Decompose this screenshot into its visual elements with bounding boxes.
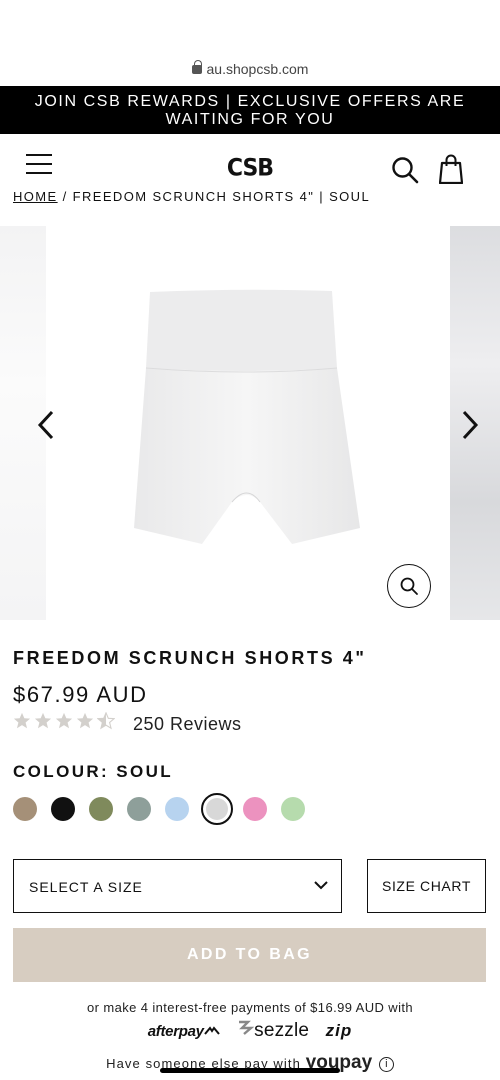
- site-logo[interactable]: CSB: [0, 155, 500, 183]
- product-gallery[interactable]: [0, 226, 500, 620]
- half-star-icon: [97, 712, 115, 730]
- chevron-down-icon: [314, 881, 328, 890]
- star-icon: [34, 712, 52, 729]
- breadcrumb-separator: /: [57, 189, 73, 204]
- colour-swatch-taupe[interactable]: [13, 797, 37, 821]
- sezzle-logo[interactable]: sezzle: [236, 1020, 309, 1042]
- promo-banner[interactable]: JOIN CSB REWARDS | EXCLUSIVE OFFERS ARE …: [0, 86, 500, 134]
- next-image-arrow-icon[interactable]: [458, 408, 482, 442]
- star-rating[interactable]: [13, 712, 118, 734]
- reviews-link[interactable]: 250 Reviews: [133, 714, 242, 735]
- afterpay-mark-icon: [203, 1025, 220, 1035]
- star-icon: [76, 712, 94, 729]
- colour-swatch-black[interactable]: [51, 797, 75, 821]
- add-to-bag-button[interactable]: ADD TO BAG: [13, 928, 486, 982]
- zoom-icon: [400, 577, 418, 595]
- breadcrumb-current: FREEDOM SCRUNCH SHORTS 4" | SOUL: [72, 189, 371, 204]
- prev-image-arrow-icon[interactable]: [34, 408, 58, 442]
- search-icon[interactable]: [391, 156, 419, 184]
- colour-swatch-olive[interactable]: [89, 797, 113, 821]
- colour-swatch-soul[interactable]: [201, 793, 233, 825]
- zoom-button[interactable]: [387, 564, 431, 608]
- colour-swatch-sky-blue[interactable]: [165, 797, 189, 821]
- browser-url-bar[interactable]: au.shopcsb.com: [0, 0, 500, 86]
- size-select[interactable]: SELECT A SIZE: [13, 859, 342, 913]
- info-icon[interactable]: i: [378, 1057, 394, 1072]
- site-header: CSB: [0, 134, 500, 186]
- home-indicator: [160, 1068, 340, 1073]
- url-text: au.shopcsb.com: [206, 61, 309, 77]
- star-icon: [55, 712, 73, 729]
- promo-line-2: WAITING FOR YOU: [165, 111, 335, 128]
- installments-text: or make 4 interest-free payments of $16.…: [86, 1000, 414, 1015]
- breadcrumb-home-link[interactable]: HOME: [13, 189, 58, 204]
- colour-swatch-pink[interactable]: [243, 797, 267, 821]
- shopping-bag-icon[interactable]: [439, 154, 463, 184]
- colour-swatch-mint[interactable]: [281, 797, 305, 821]
- afterpay-logo[interactable]: afterpay: [148, 1023, 220, 1040]
- breadcrumb: HOME / FREEDOM SCRUNCH SHORTS 4" | SOUL: [13, 189, 370, 204]
- lock-icon: [191, 60, 202, 74]
- size-select-label: SELECT A SIZE: [29, 879, 143, 895]
- product-title: FREEDOM SCRUNCH SHORTS 4": [13, 648, 367, 668]
- url-display[interactable]: au.shopcsb.com: [0, 60, 500, 77]
- colour-label: COLOUR: SOUL: [13, 762, 174, 781]
- star-icon: [13, 712, 31, 729]
- sezzle-mark-icon: [239, 1020, 255, 1035]
- product-image: [134, 289, 360, 544]
- zip-logo[interactable]: zip: [326, 1021, 353, 1041]
- payment-providers: afterpay sezzle zip: [0, 1020, 500, 1044]
- colour-swatch-sage-grey[interactable]: [127, 797, 151, 821]
- promo-line-1: JOIN CSB REWARDS | EXCLUSIVE OFFERS ARE: [34, 93, 466, 110]
- product-price: $67.99 AUD: [13, 682, 148, 707]
- size-chart-button[interactable]: SIZE CHART: [367, 859, 486, 913]
